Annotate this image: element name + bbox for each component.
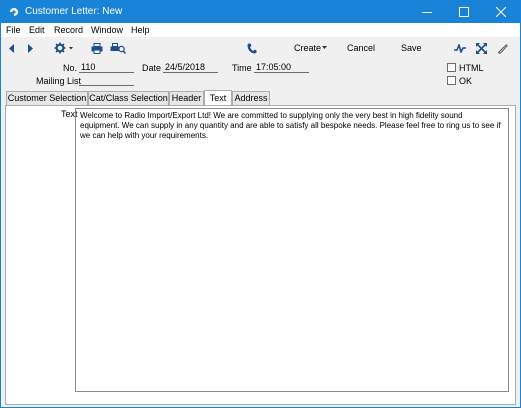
menu-help[interactable]: Help <box>131 25 150 35</box>
phone-button[interactable] <box>246 41 258 55</box>
activity-icon <box>454 43 466 53</box>
next-icon <box>28 43 33 53</box>
title-bar: Customer Letter: New <box>1 1 520 23</box>
tab-customer-selection[interactable]: Customer Selection <box>6 91 88 105</box>
close-button[interactable] <box>484 1 520 23</box>
operations-menu-button[interactable] <box>53 41 75 55</box>
time-field[interactable]: 17:05:00 <box>254 62 309 73</box>
minimize-icon <box>422 12 432 13</box>
ok-checkbox[interactable] <box>447 76 456 85</box>
next-record-button[interactable] <box>25 41 35 55</box>
toolbar: Create Cancel Save <box>1 37 520 59</box>
maximize-button[interactable] <box>447 1 483 23</box>
cancel-button[interactable]: Cancel <box>347 43 375 53</box>
letter-text-area[interactable]: Welcome to Radio Import/Export Ltd! We a… <box>75 108 509 392</box>
menu-bar: File Edit Record Window Help <box>1 23 520 37</box>
time-label: Time <box>232 63 252 73</box>
menu-window[interactable]: Window <box>91 25 123 35</box>
close-icon <box>496 7 506 17</box>
print-preview-button[interactable] <box>110 41 126 55</box>
expand-icon <box>475 42 487 54</box>
mailing-list-field[interactable] <box>79 75 134 86</box>
minimize-button[interactable] <box>410 1 446 23</box>
chevron-down-icon <box>322 46 327 49</box>
attach-button[interactable] <box>495 41 509 55</box>
html-label: HTML <box>459 63 484 73</box>
text-tab-panel: Text Welcome to Radio Import/Export Ltd!… <box>5 105 516 405</box>
tab-cat-class-selection[interactable]: Cat/Class Selection <box>88 91 169 105</box>
menu-file[interactable]: File <box>6 25 21 35</box>
gear-icon <box>54 42 73 54</box>
menu-edit[interactable]: Edit <box>29 25 45 35</box>
app-logo-icon <box>10 8 18 16</box>
mailing-list-label: Mailing List <box>36 76 82 86</box>
menu-record[interactable]: Record <box>54 25 83 35</box>
print-icon <box>91 42 103 54</box>
tab-bar: Customer Selection Cat/Class Selection H… <box>1 90 520 105</box>
tab-address[interactable]: Address <box>232 91 270 105</box>
html-checkbox[interactable] <box>447 63 456 72</box>
no-label: No. <box>63 63 78 73</box>
no-field[interactable]: 110 <box>79 62 134 73</box>
print-button[interactable] <box>90 41 104 55</box>
save-button[interactable]: Save <box>401 43 422 53</box>
activity-button[interactable] <box>453 41 467 55</box>
tab-text[interactable]: Text <box>204 90 232 105</box>
date-field[interactable]: 24/5/2018 <box>163 62 218 73</box>
customer-letter-window: Customer Letter: New File Edit Record Wi… <box>0 0 521 408</box>
previous-record-button[interactable] <box>7 41 17 55</box>
phone-icon <box>247 43 257 53</box>
attach-icon <box>497 43 508 54</box>
ok-label: OK <box>459 76 473 86</box>
date-label: Date <box>142 63 162 73</box>
expand-button[interactable] <box>474 41 488 55</box>
window-title: Customer Letter: New <box>25 6 123 17</box>
tab-header[interactable]: Header <box>169 91 204 105</box>
print-preview-icon <box>110 42 126 54</box>
maximize-icon <box>459 7 469 17</box>
create-button[interactable]: Create <box>294 43 321 53</box>
prev-icon <box>9 43 14 53</box>
